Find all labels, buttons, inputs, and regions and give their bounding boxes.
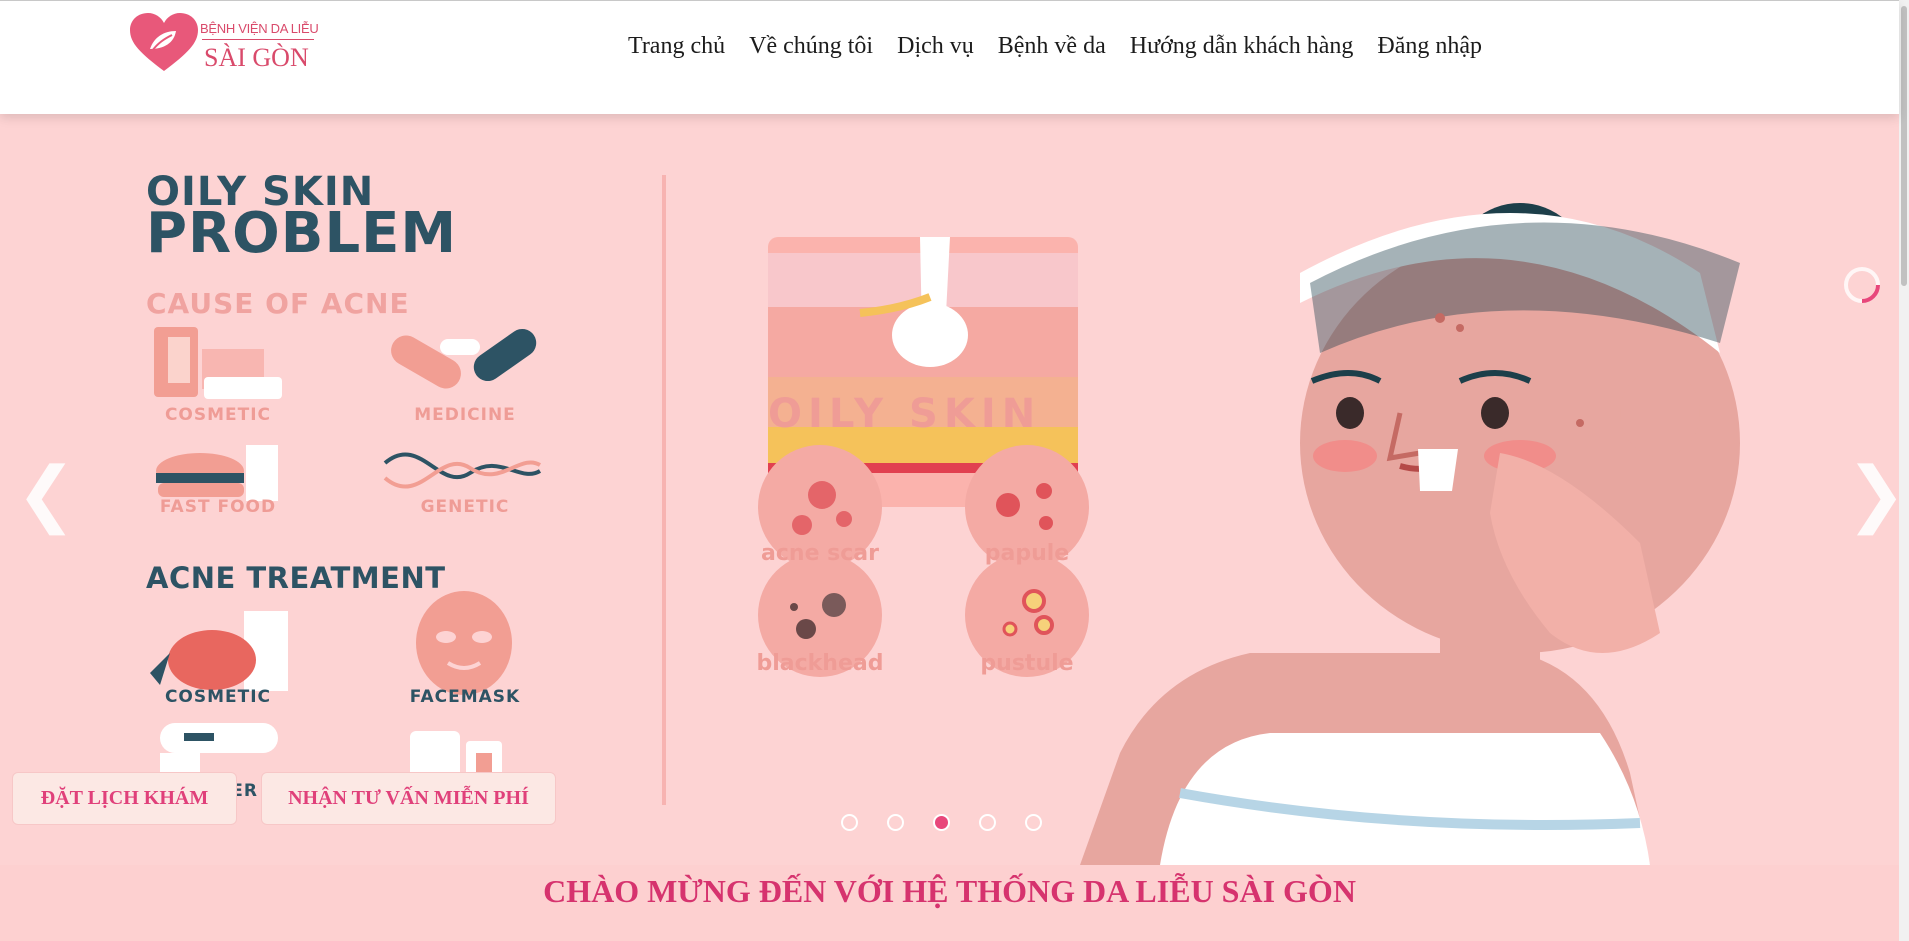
nav-item-about[interactable]: Về chúng tôi	[737, 29, 885, 63]
site-header: BỆNH VIỆN DA LIỄU SÀI GÒN Trang chủ Về c…	[0, 0, 1899, 114]
acne-label-papule: papule	[984, 541, 1070, 566]
nav-item-services[interactable]: Dịch vụ	[885, 29, 986, 63]
cause-label-fast-food: FAST FOOD	[159, 497, 277, 517]
carousel-dot-4[interactable]	[979, 814, 996, 831]
cause-heading: CAUSE OF ACNE	[146, 287, 410, 320]
carousel-dot-2[interactable]	[887, 814, 904, 831]
nav-item-login[interactable]: Đăng nhập	[1365, 29, 1494, 63]
oily-skin-label: OILY SKIN	[768, 391, 1042, 437]
carousel-dot-5[interactable]	[1025, 814, 1042, 831]
acne-label-pustule: pustule	[980, 651, 1074, 676]
scrollbar-thumb[interactable]	[1901, 6, 1907, 286]
carousel-indicators	[841, 814, 1042, 831]
logo-line-1: BỆNH VIỆN DA LIỄU	[200, 21, 319, 36]
treatment-label-facemask: FACEMASK	[409, 687, 521, 707]
logo-divider	[202, 39, 314, 40]
slide-title-line-2: PROBLEM	[146, 201, 458, 266]
chevron-right-icon: ❯	[1846, 451, 1899, 535]
cosmetic-treatment-icon	[150, 611, 288, 691]
fast-food-icon	[156, 445, 278, 501]
carousel-dot-1[interactable]	[841, 814, 858, 831]
acne-label-scar: acne scar	[761, 541, 879, 566]
woman-illustration	[1080, 203, 1740, 865]
heart-leaf-logo-icon	[130, 13, 198, 71]
facemask-icon	[416, 591, 512, 695]
nav-item-customer-guide[interactable]: Hướng dẫn khách hàng	[1118, 29, 1366, 63]
book-appointment-button[interactable]: ĐẶT LỊCH KHÁM	[12, 772, 237, 825]
cause-label-genetic: GENETIC	[420, 497, 510, 517]
hospital-logo[interactable]: BỆNH VIỆN DA LIỄU SÀI GÒN	[130, 13, 320, 75]
treatment-label-cosmetic: COSMETIC	[164, 687, 272, 707]
loading-spinner-icon	[1844, 267, 1880, 303]
carousel-dot-3[interactable]	[933, 814, 950, 831]
carousel-prev-button[interactable]: ❮	[16, 453, 76, 533]
chevron-left-icon: ❮	[16, 451, 77, 535]
medicine-icon	[391, 328, 537, 389]
hero-carousel: OILY SKIN PROBLEM CAUSE OF ACNE COSMETIC…	[0, 113, 1899, 865]
nav-item-skin-diseases[interactable]: Bệnh về da	[986, 29, 1118, 63]
carousel-next-button[interactable]: ❯	[1846, 453, 1899, 533]
genetic-icon	[383, 452, 542, 489]
acne-label-blackhead: blackhead	[756, 651, 884, 676]
treatment-heading: ACNE TREATMENT	[146, 561, 446, 595]
logo-line-2: SÀI GÒN	[204, 43, 309, 72]
page-scrollbar[interactable]	[1899, 0, 1909, 941]
welcome-title: CHÀO MỪNG ĐẾN VỚI HỆ THỐNG DA LIỄU SÀI G…	[543, 873, 1356, 909]
nav-item-home[interactable]: Trang chủ	[616, 29, 737, 63]
main-nav: Trang chủ Về chúng tôi Dịch vụ Bệnh về d…	[616, 29, 1494, 63]
cosmetic-icon	[154, 327, 282, 399]
free-consultation-button[interactable]: NHẬN TƯ VẤN MIỄN PHÍ	[261, 772, 556, 825]
cause-label-medicine: MEDICINE	[414, 405, 516, 425]
welcome-banner: CHÀO MỪNG ĐẾN VỚI HỆ THỐNG DA LIỄU SÀI G…	[0, 865, 1899, 941]
cause-label-cosmetic: COSMETIC	[164, 405, 272, 425]
